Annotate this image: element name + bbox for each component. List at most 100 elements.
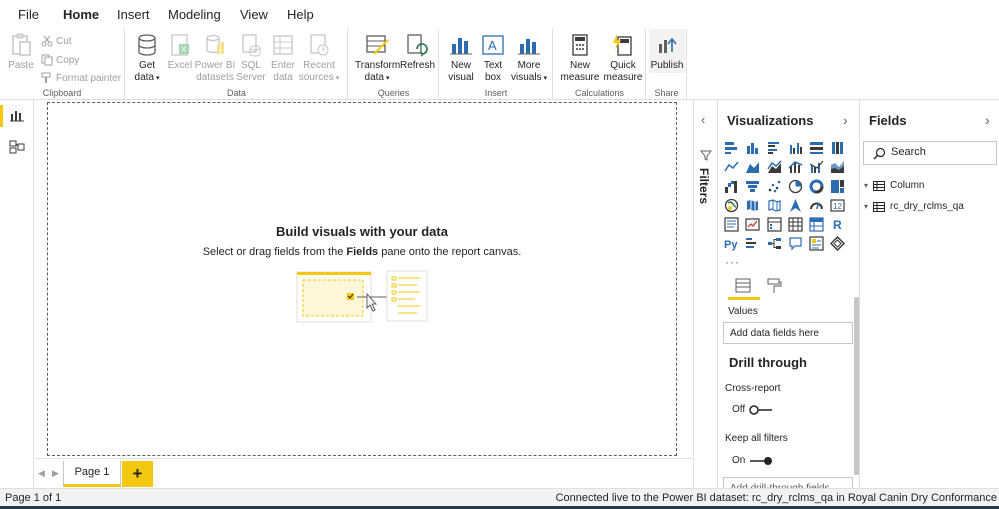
stacked-column-icon[interactable] bbox=[745, 140, 766, 159]
scatter-icon[interactable] bbox=[767, 179, 788, 198]
enter-data-button[interactable]: Enter data bbox=[268, 29, 298, 84]
100-column-icon[interactable] bbox=[830, 140, 851, 159]
chevron-left-icon[interactable]: ‹ bbox=[701, 112, 705, 127]
publish-button[interactable]: Publish bbox=[649, 29, 685, 73]
line-clustered-icon[interactable] bbox=[809, 159, 830, 178]
powerbi-label-2: datasets bbox=[196, 72, 234, 83]
prev-page-icon[interactable]: ◀ bbox=[38, 468, 45, 479]
sql-server-button[interactable]: SQL Server bbox=[236, 29, 266, 84]
line-column-icon[interactable] bbox=[788, 159, 809, 178]
gauge-icon-glyph bbox=[810, 202, 824, 210]
smart-narrative-icon[interactable] bbox=[809, 236, 830, 255]
gauge-icon[interactable] bbox=[809, 198, 830, 217]
clustered-bar-icon[interactable] bbox=[767, 140, 788, 159]
excel-button[interactable]: X Excel bbox=[166, 29, 194, 72]
treemap-icon-glyph bbox=[831, 179, 845, 193]
menu-view[interactable]: View bbox=[240, 7, 268, 28]
area-chart-icon[interactable] bbox=[745, 159, 766, 178]
menu-modeling[interactable]: Modeling bbox=[168, 7, 221, 28]
slicer-icon[interactable] bbox=[766, 217, 788, 236]
menu-home[interactable]: Home bbox=[60, 7, 102, 30]
chevron-right-icon[interactable]: › bbox=[843, 112, 848, 128]
refresh-button[interactable]: Refresh bbox=[400, 29, 435, 72]
drill-through-drop-well[interactable]: Add drill-through fields here bbox=[723, 477, 853, 488]
field-table-row[interactable]: ▾ rc_dry_rclms_qa bbox=[864, 201, 964, 212]
key-influencers-icon[interactable] bbox=[745, 236, 766, 255]
toggle-on-icon bbox=[750, 456, 773, 465]
more-visuals-ellipsis[interactable]: ··· bbox=[725, 255, 740, 269]
matrix-icon[interactable] bbox=[809, 217, 830, 236]
power-apps-icon[interactable] bbox=[830, 236, 851, 255]
report-canvas[interactable]: Build visuals with your data Select or d… bbox=[47, 102, 677, 456]
menu-insert[interactable]: Insert bbox=[117, 7, 150, 28]
100-bar-icon[interactable] bbox=[809, 140, 830, 159]
menu-bar: File Home Insert Modeling View Help bbox=[0, 0, 999, 30]
get-data-button[interactable]: Get data ▾ bbox=[130, 29, 164, 85]
data-group: Get data ▾ X Excel Power BI datasets SQL… bbox=[126, 29, 348, 99]
table-visual-icon[interactable] bbox=[788, 217, 809, 236]
funnel-icon[interactable] bbox=[745, 179, 766, 198]
recent-sources-button[interactable]: Recent sources ▾ bbox=[298, 29, 340, 85]
field-table-row[interactable]: ▾ Column bbox=[864, 180, 924, 191]
transform-data-button[interactable]: Transform data ▾ bbox=[355, 29, 400, 85]
stacked-bar-icon[interactable] bbox=[724, 140, 745, 159]
publish-icon bbox=[659, 37, 677, 53]
more-visuals-button[interactable]: More visuals ▾ bbox=[510, 29, 548, 85]
excel-icon: X bbox=[171, 34, 189, 56]
clustered-bar-icon-glyph bbox=[767, 142, 779, 154]
paste-button[interactable]: Paste bbox=[6, 29, 36, 72]
treemap-icon[interactable] bbox=[830, 179, 851, 198]
more-visuals-label-1: More bbox=[517, 60, 541, 71]
pie-chart-icon[interactable] bbox=[788, 179, 809, 198]
add-page-button[interactable]: + bbox=[122, 461, 153, 487]
python-visual-icon[interactable]: Py bbox=[724, 236, 745, 255]
decomposition-tree-icon[interactable] bbox=[767, 236, 788, 255]
page-tab-1[interactable]: Page 1 bbox=[63, 461, 121, 487]
ribbon: Paste Cut Copy Format painter Clipboard … bbox=[0, 27, 999, 100]
multirow-card-icon[interactable] bbox=[724, 217, 745, 236]
refresh-icon bbox=[407, 34, 428, 57]
quick-measure-button[interactable]: Quick measure bbox=[602, 29, 644, 84]
line-chart-icon[interactable] bbox=[724, 159, 745, 178]
model-view-icon[interactable] bbox=[9, 139, 25, 155]
cross-report-toggle[interactable]: Off bbox=[732, 404, 774, 415]
qa-icon[interactable] bbox=[788, 236, 809, 255]
kpi-icon[interactable] bbox=[745, 217, 766, 236]
powerbi-datasets-button[interactable]: Power BI datasets bbox=[194, 29, 236, 84]
chevron-right-icon[interactable]: › bbox=[985, 112, 990, 128]
menu-file[interactable]: File bbox=[18, 7, 39, 28]
keep-filters-toggle[interactable]: On bbox=[732, 455, 774, 466]
menu-help[interactable]: Help bbox=[287, 7, 314, 28]
card-icon[interactable]: 12 bbox=[830, 198, 851, 217]
map-icon[interactable] bbox=[724, 198, 745, 217]
queries-group-label: Queries bbox=[377, 88, 410, 98]
fields-well-icon[interactable] bbox=[735, 278, 751, 293]
power-apps-icon-glyph bbox=[830, 236, 846, 252]
chevron-down-icon[interactable]: ▾ bbox=[864, 202, 868, 211]
next-page-icon[interactable]: ▶ bbox=[52, 468, 59, 479]
page-count-status: Page 1 of 1 bbox=[5, 492, 62, 504]
stacked-area-icon[interactable] bbox=[766, 159, 788, 178]
cut-button[interactable]: Cut bbox=[41, 35, 72, 47]
filters-pane[interactable]: ‹ Filters bbox=[693, 100, 718, 488]
new-visual-button[interactable]: New visual bbox=[446, 29, 476, 84]
viz-pane-scrollbar[interactable] bbox=[854, 297, 859, 475]
new-measure-button[interactable]: New measure bbox=[558, 29, 602, 84]
clustered-column-icon[interactable] bbox=[788, 140, 809, 159]
paint-roller-icon[interactable] bbox=[766, 278, 782, 294]
donut-chart-icon[interactable] bbox=[809, 179, 830, 198]
text-box-button[interactable]: A Text box bbox=[478, 29, 508, 84]
waterfall-icon[interactable] bbox=[724, 179, 745, 198]
azure-map-icon-glyph bbox=[789, 198, 801, 212]
azure-map-icon[interactable] bbox=[788, 198, 809, 217]
chevron-down-icon[interactable]: ▾ bbox=[864, 181, 868, 190]
r-visual-icon[interactable]: R bbox=[830, 217, 851, 236]
format-painter-button[interactable]: Format painter bbox=[41, 72, 121, 84]
filled-map-icon[interactable] bbox=[745, 198, 766, 217]
ribbon-chart-icon[interactable] bbox=[830, 159, 851, 178]
copy-button[interactable]: Copy bbox=[41, 54, 79, 66]
values-drop-well[interactable]: Add data fields here bbox=[723, 322, 853, 344]
report-view-icon[interactable] bbox=[10, 108, 24, 122]
shape-map-icon[interactable] bbox=[767, 198, 788, 217]
fields-search-input[interactable]: Search bbox=[863, 141, 997, 165]
